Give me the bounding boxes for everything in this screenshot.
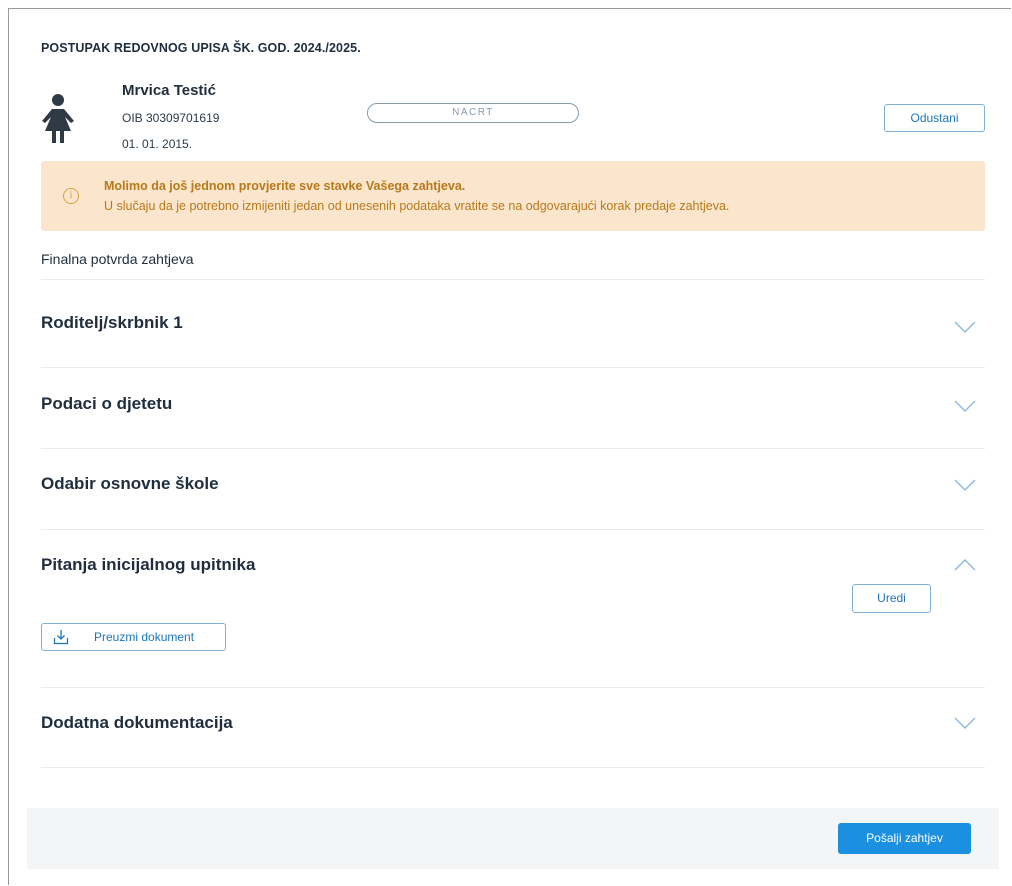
divider: [41, 687, 985, 688]
cancel-button[interactable]: Odustani: [884, 104, 985, 132]
section-title: Finalna potvrda zahtjeva: [41, 251, 194, 267]
child-oib: OIB 30309701619: [122, 111, 220, 125]
submit-request-button[interactable]: Pošalji zahtjev: [838, 823, 971, 854]
accordion-title-parent[interactable]: Roditelj/skrbnik 1: [41, 313, 183, 333]
edit-button[interactable]: Uredi: [852, 584, 931, 613]
accordion-title-extra-documents[interactable]: Dodatna dokumentacija: [41, 713, 233, 733]
review-alert: i Molimo da još jednom provjerite sve st…: [41, 161, 985, 231]
divider: [41, 767, 985, 768]
divider: [41, 279, 985, 280]
chevron-down-icon[interactable]: [954, 400, 976, 412]
divider: [41, 367, 985, 368]
download-label: Preuzmi dokument: [94, 630, 195, 644]
chevron-down-icon[interactable]: [954, 479, 976, 491]
footer-bar: Pošalji zahtjev: [27, 808, 999, 869]
child-date-of-birth: 01. 01. 2015.: [122, 137, 193, 151]
child-person-icon: [42, 94, 74, 143]
alert-title: Molimo da još jednom provjerite sve stav…: [104, 179, 466, 193]
chevron-down-icon[interactable]: [954, 321, 976, 333]
page-title: POSTUPAK REDOVNOG UPISA ŠK. GOD. 2024./2…: [41, 41, 361, 55]
chevron-down-icon[interactable]: [954, 717, 976, 729]
divider: [41, 529, 985, 530]
alert-text: U slučaju da je potrebno izmijeniti jeda…: [104, 199, 730, 213]
download-document-button[interactable]: Preuzmi dokument: [41, 623, 226, 651]
chevron-up-icon[interactable]: [954, 559, 976, 571]
download-icon: [53, 630, 69, 645]
accordion-title-school-choice[interactable]: Odabir osnovne škole: [41, 474, 219, 494]
info-icon: i: [63, 188, 79, 204]
accordion-title-child-data[interactable]: Podaci o djetetu: [41, 394, 172, 414]
divider: [41, 448, 985, 449]
status-badge: NACRT: [367, 103, 579, 123]
accordion-title-questionnaire[interactable]: Pitanja inicijalnog upitnika: [41, 555, 255, 575]
child-name: Mrvica Testić: [122, 82, 216, 99]
